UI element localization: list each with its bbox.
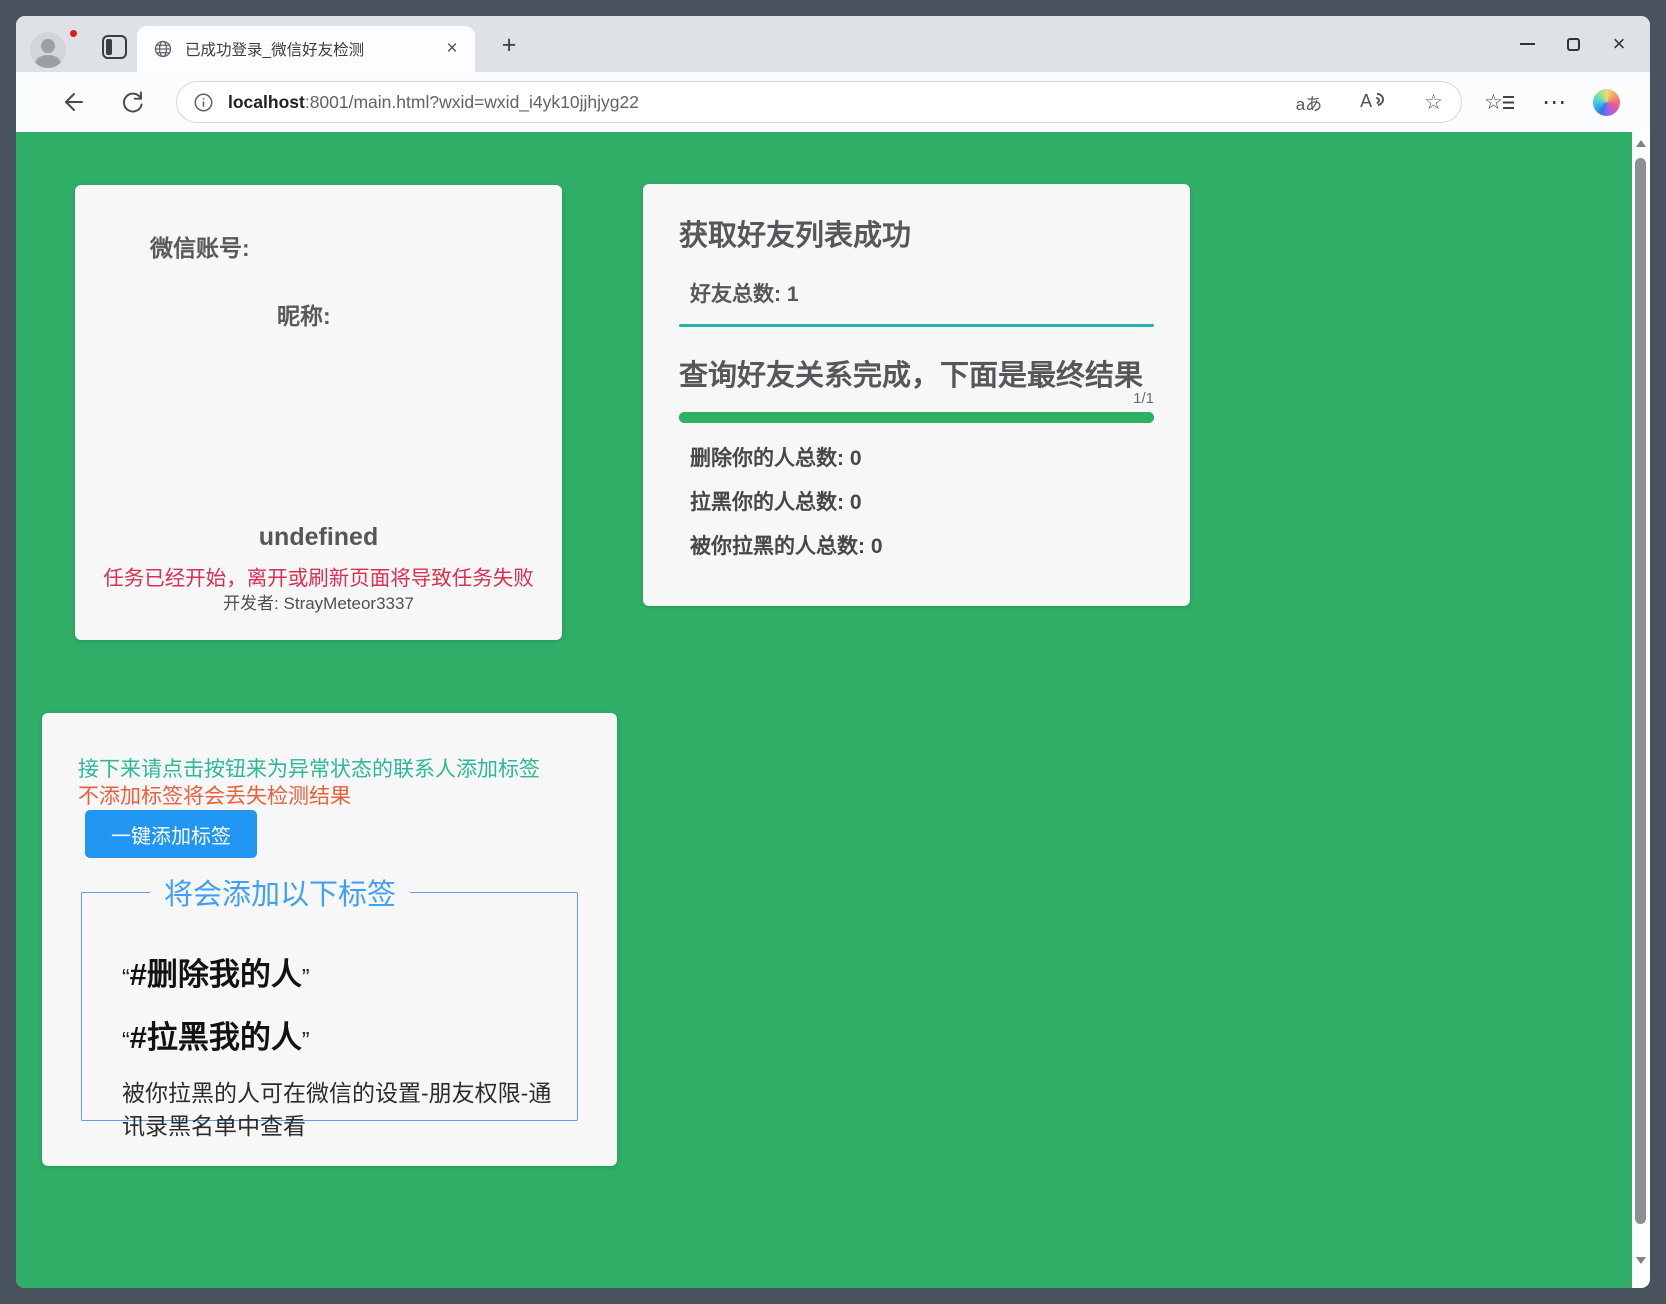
blacklist-note-text: 被你拉黑的人可在微信的设置-朋友权限-通讯录黑名单中查看 [122, 1077, 554, 1144]
tag-item-block: “#拉黑我的人” [122, 1012, 557, 1057]
add-tags-button[interactable]: 一键添加标签 [85, 810, 257, 858]
friend-total-text: 好友总数: 1 [690, 278, 799, 308]
developer-credit: 开发者: StrayMeteor3337 [75, 589, 562, 614]
tag-instruction-text: 接下来请点击按钮来为异常状态的联系人添加标签 [78, 753, 540, 783]
tags-legend: 将会添加以下标签 [150, 871, 410, 913]
close-icon: × [1613, 33, 1626, 55]
page-info-icon[interactable] [193, 92, 214, 113]
undefined-text: undefined [75, 523, 562, 552]
browser-window: 已成功登录_微信好友检测 × + × loc [16, 16, 1650, 1288]
refresh-button[interactable] [116, 86, 148, 118]
result-card: 获取好友列表成功 好友总数: 1 查询好友关系完成，下面是最终结果 1/1 删除… [643, 184, 1190, 606]
tags-fieldset: 将会添加以下标签 “#删除我的人” “#拉黑我的人” 被你拉黑的人可在微信的设置… [81, 871, 578, 1121]
page-content: 微信账号: 昵称: undefined 任务已经开始，离开或刷新页面将导致任务失… [16, 132, 1650, 1288]
account-card: 微信账号: 昵称: undefined 任务已经开始，离开或刷新页面将导致任务失… [75, 185, 562, 640]
translate-icon[interactable]: aあ [1296, 90, 1322, 115]
tab-close-icon[interactable]: × [439, 36, 465, 62]
you-blocked-total-text: 被你拉黑的人总数: 0 [690, 530, 883, 560]
progress-bar-fill [679, 412, 1154, 423]
address-bar[interactable]: localhost:8001/main.html?wxid=wxid_i4yk1… [176, 81, 1462, 123]
url-path: :8001/main.html?wxid=wxid_i4yk10jjhjyg22 [305, 92, 639, 112]
back-button[interactable] [56, 86, 88, 118]
favorite-star-icon[interactable]: ☆ [1424, 90, 1443, 115]
notification-dot-icon [68, 28, 79, 39]
deleted-total-text: 删除你的人总数: 0 [690, 442, 862, 472]
favorites-collections-icon[interactable]: ☆ [1484, 89, 1516, 115]
maximize-button[interactable] [1550, 24, 1596, 64]
workspaces-icon[interactable] [102, 35, 127, 59]
new-tab-button[interactable]: + [494, 30, 524, 60]
tab-title: 已成功登录_微信好友检测 [185, 38, 439, 60]
blocked-you-total-text: 拉黑你的人总数: 0 [690, 486, 862, 516]
profile-avatar[interactable] [30, 32, 66, 68]
scrollbar-thumb[interactable] [1635, 158, 1646, 1224]
maximize-icon [1567, 38, 1580, 51]
wechat-account-label: 微信账号: [150, 229, 250, 263]
globe-favicon-icon [153, 39, 173, 59]
nickname-label: 昵称: [277, 297, 331, 331]
minimize-button[interactable] [1504, 24, 1550, 64]
browser-toolbar: localhost:8001/main.html?wxid=wxid_i4yk1… [16, 72, 1650, 132]
avatar-person-icon [41, 39, 55, 53]
window-controls: × [1504, 16, 1642, 72]
minimize-icon [1520, 43, 1535, 45]
tag-item-delete: “#删除我的人” [122, 949, 557, 994]
tag-card: 接下来请点击按钮来为异常状态的联系人添加标签 不添加标签将会丢失检测结果 一键添… [42, 713, 617, 1166]
fetch-success-title: 获取好友列表成功 [679, 212, 911, 254]
teal-divider [679, 324, 1154, 327]
tag-warning-text: 不添加标签将会丢失检测结果 [78, 780, 351, 810]
scroll-down-icon[interactable] [1636, 1257, 1646, 1264]
progress-bar [679, 412, 1154, 423]
copilot-icon[interactable] [1593, 89, 1620, 116]
close-button[interactable]: × [1596, 24, 1642, 64]
query-done-title: 查询好友关系完成，下面是最终结果 [679, 352, 1143, 394]
tab-strip: 已成功登录_微信好友检测 × + × [16, 16, 1650, 72]
progress-counter: 1/1 [1133, 390, 1154, 407]
url-text[interactable]: localhost:8001/main.html?wxid=wxid_i4yk1… [228, 92, 1258, 113]
url-host: localhost [228, 92, 305, 112]
task-warning-text: 任务已经开始，离开或刷新页面将导致任务失败 [75, 561, 562, 591]
scroll-up-icon[interactable] [1636, 140, 1646, 147]
page-scrollbar[interactable] [1632, 132, 1650, 1288]
browser-tab[interactable]: 已成功登录_微信好友检测 × [137, 26, 475, 72]
more-options-icon[interactable]: ⋯ [1542, 88, 1567, 117]
read-aloud-icon[interactable]: A [1360, 91, 1386, 113]
